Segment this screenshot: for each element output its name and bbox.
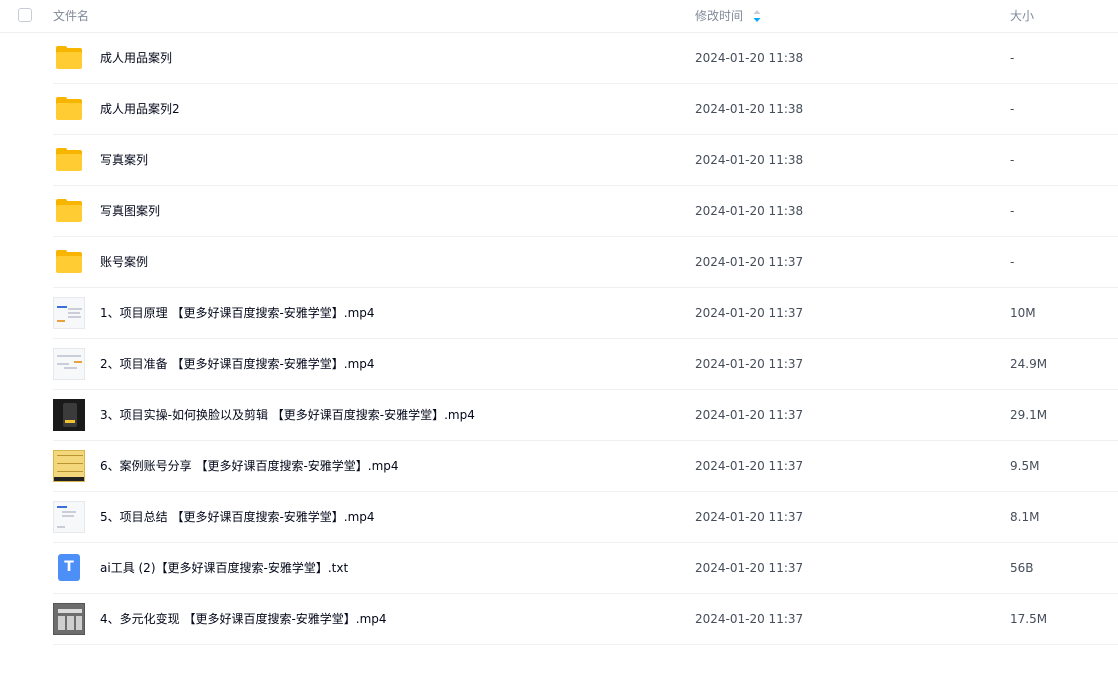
video-thumbnail-icon [53,348,85,380]
table-row[interactable]: 1、项目原理 【更多好课百度搜索-安雅学堂】.mp4 2024-01-20 11… [53,288,1118,339]
column-header-name[interactable]: 文件名 [53,8,89,24]
file-size: - [1010,51,1015,65]
file-size: 10M [1010,306,1036,320]
sort-arrow-icon[interactable] [752,9,762,23]
file-name[interactable]: 成人用品案列2 [100,100,180,118]
file-size: - [1010,204,1015,218]
file-name[interactable]: 账号案例 [100,253,148,271]
file-name[interactable]: 1、项目原理 【更多好课百度搜索-安雅学堂】.mp4 [100,304,375,322]
video-thumbnail-icon [53,603,85,635]
file-name[interactable]: ai工具 (2)【更多好课百度搜索-安雅学堂】.txt [100,559,348,577]
folder-icon [53,42,85,74]
file-modified-time: 2024-01-20 11:37 [695,408,804,422]
file-size: 8.1M [1010,510,1040,524]
video-thumbnail-icon [53,501,85,533]
file-size: 17.5M [1010,612,1048,626]
folder-icon [53,246,85,278]
file-name[interactable]: 写真图案列 [100,202,160,220]
select-all-checkbox[interactable] [18,8,32,22]
folder-icon [53,93,85,125]
table-row[interactable]: 成人用品案列2 2024-01-20 11:38 - [53,84,1118,135]
table-row[interactable]: 2、项目准备 【更多好课百度搜索-安雅学堂】.mp4 2024-01-20 11… [53,339,1118,390]
file-size: 9.5M [1010,459,1040,473]
folder-icon [53,144,85,176]
table-header: 文件名 修改时间 大小 [0,0,1118,33]
table-row[interactable]: 账号案例 2024-01-20 11:37 - [53,237,1118,288]
file-modified-time: 2024-01-20 11:37 [695,612,804,626]
table-row[interactable]: 4、多元化变现 【更多好课百度搜索-安雅学堂】.mp4 2024-01-20 1… [53,594,1118,645]
column-header-modified-time[interactable]: 修改时间 [695,8,743,24]
file-list-table: 文件名 修改时间 大小 成人用品案列 2024-01-20 11:38 - 成人… [0,0,1118,645]
file-name[interactable]: 2、项目准备 【更多好课百度搜索-安雅学堂】.mp4 [100,355,375,373]
file-name[interactable]: 写真案列 [100,151,148,169]
file-size: 56B [1010,561,1034,575]
video-thumbnail-icon [53,450,85,482]
file-name[interactable]: 3、项目实操-如何换脸以及剪辑 【更多好课百度搜索-安雅学堂】.mp4 [100,406,475,424]
txt-icon-letter: T [64,559,74,575]
table-row[interactable]: 6、案例账号分享 【更多好课百度搜索-安雅学堂】.mp4 2024-01-20 … [53,441,1118,492]
file-modified-time: 2024-01-20 11:38 [695,153,804,167]
file-modified-time: 2024-01-20 11:38 [695,204,804,218]
folder-icon [53,195,85,227]
file-name[interactable]: 成人用品案列 [100,49,172,67]
table-row[interactable]: T ai工具 (2)【更多好课百度搜索-安雅学堂】.txt 2024-01-20… [53,543,1118,594]
file-modified-time: 2024-01-20 11:37 [695,459,804,473]
file-size: 24.9M [1010,357,1048,371]
file-modified-time: 2024-01-20 11:37 [695,561,804,575]
file-size: - [1010,255,1015,269]
file-name[interactable]: 6、案例账号分享 【更多好课百度搜索-安雅学堂】.mp4 [100,457,399,475]
file-modified-time: 2024-01-20 11:38 [695,102,804,116]
file-modified-time: 2024-01-20 11:37 [695,510,804,524]
column-header-size[interactable]: 大小 [1010,8,1034,24]
file-size: - [1010,102,1015,116]
file-size: - [1010,153,1015,167]
file-name[interactable]: 5、项目总结 【更多好课百度搜索-安雅学堂】.mp4 [100,508,375,526]
table-row[interactable]: 3、项目实操-如何换脸以及剪辑 【更多好课百度搜索-安雅学堂】.mp4 2024… [53,390,1118,441]
table-row[interactable]: 成人用品案列 2024-01-20 11:38 - [53,33,1118,84]
txt-file-icon: T [53,552,85,584]
file-name[interactable]: 4、多元化变现 【更多好课百度搜索-安雅学堂】.mp4 [100,610,387,628]
table-row[interactable]: 写真案列 2024-01-20 11:38 - [53,135,1118,186]
file-modified-time: 2024-01-20 11:37 [695,255,804,269]
table-row[interactable]: 写真图案列 2024-01-20 11:38 - [53,186,1118,237]
file-size: 29.1M [1010,408,1048,422]
file-modified-time: 2024-01-20 11:37 [695,357,804,371]
file-modified-time: 2024-01-20 11:38 [695,51,804,65]
video-thumbnail-icon [53,297,85,329]
video-thumbnail-icon [53,399,85,431]
table-row[interactable]: 5、项目总结 【更多好课百度搜索-安雅学堂】.mp4 2024-01-20 11… [53,492,1118,543]
file-modified-time: 2024-01-20 11:37 [695,306,804,320]
